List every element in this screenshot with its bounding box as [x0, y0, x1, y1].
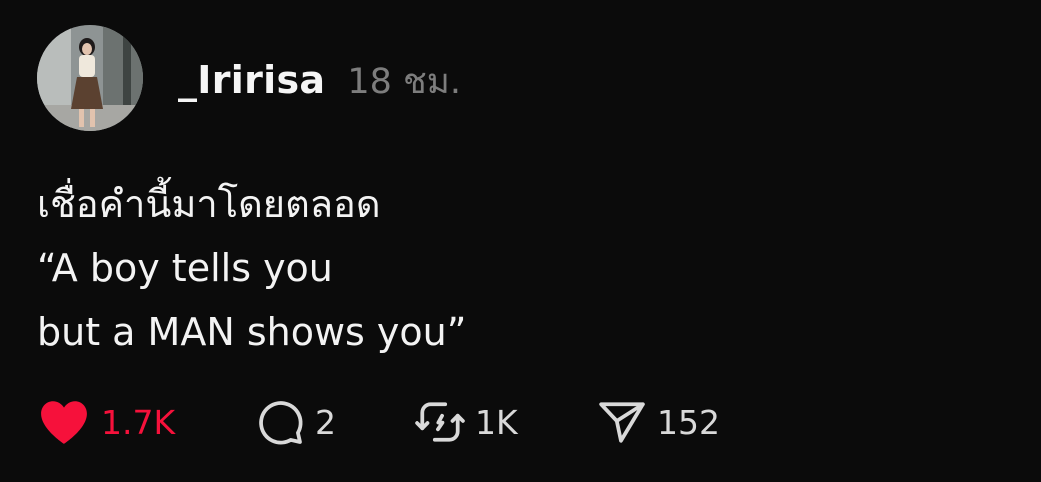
- share-icon: [599, 402, 645, 443]
- like-count: 1.7K: [101, 402, 176, 442]
- post-text: เชื่อคำนี้มาโดยตลอด “A boy tells you but…: [37, 172, 466, 364]
- repost-icon: [415, 402, 465, 442]
- post-line: เชื่อคำนี้มาโดยตลอด: [37, 182, 381, 226]
- share-button[interactable]: 152: [597, 397, 720, 447]
- share-count: 152: [657, 402, 720, 442]
- reply-button[interactable]: 2: [255, 397, 415, 447]
- action-bar: 1.7K 2 1K 152: [37, 396, 720, 448]
- heart-icon: [41, 401, 87, 444]
- comment-icon: [259, 401, 303, 445]
- avatar[interactable]: [37, 25, 143, 131]
- avatar-photo: [37, 25, 143, 131]
- reply-count: 2: [315, 402, 336, 442]
- like-button[interactable]: 1.7K: [37, 398, 255, 446]
- post-line: but a MAN shows you”: [37, 310, 467, 354]
- username[interactable]: _Iririsa: [178, 58, 325, 102]
- repost-count: 1K: [475, 402, 518, 442]
- post-header: _Iririsa 18 ชม.: [178, 54, 461, 104]
- post-line: “A boy tells you: [37, 246, 333, 290]
- repost-button[interactable]: 1K: [415, 397, 597, 447]
- post-timestamp: 18 ชม.: [347, 62, 461, 102]
